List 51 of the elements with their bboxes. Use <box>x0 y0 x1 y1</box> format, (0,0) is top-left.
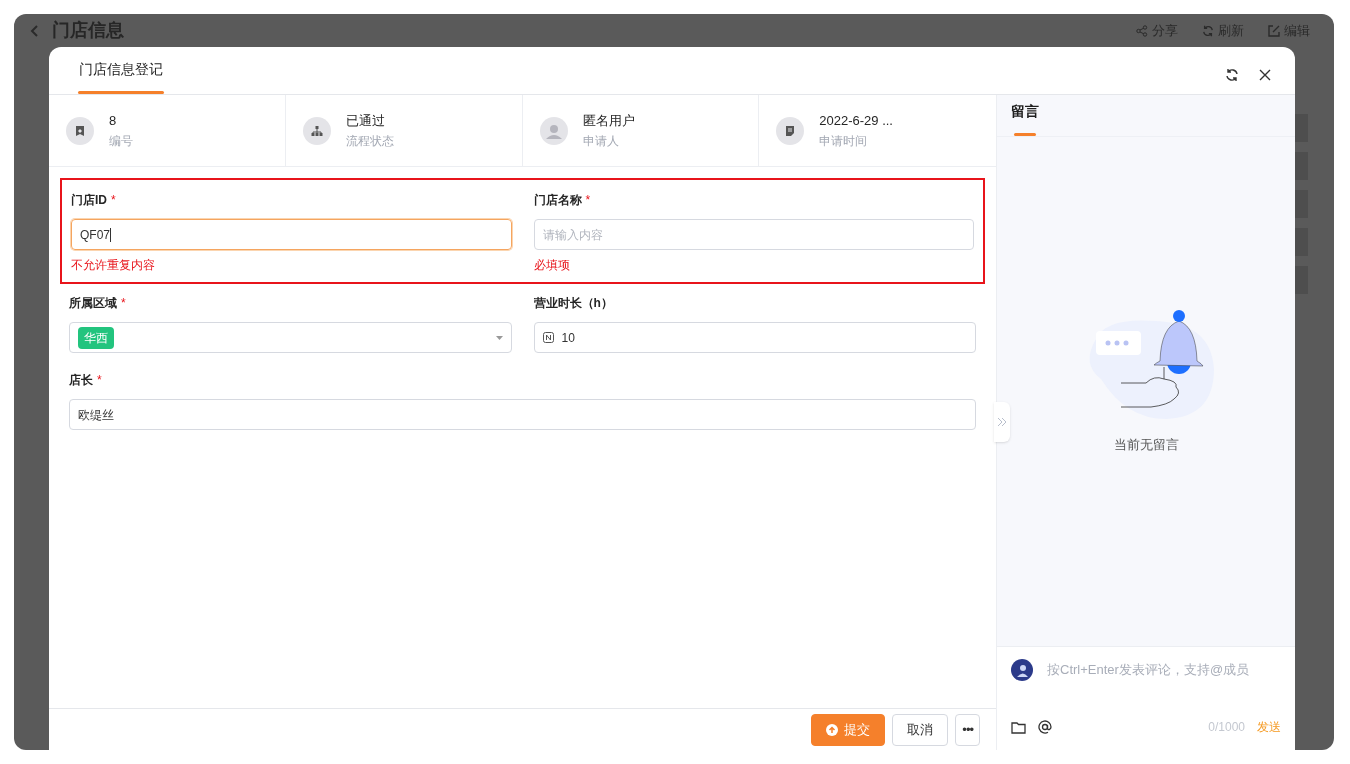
refresh-icon[interactable] <box>1225 67 1239 82</box>
input-field[interactable]: QF07 <box>71 219 512 250</box>
info-label: 流程状态 <box>345 133 394 151</box>
field-label: 店长 <box>69 372 93 389</box>
double-chevron-icon <box>997 417 1007 427</box>
field-label: 门店ID <box>71 192 107 209</box>
at-sign-icon[interactable] <box>1038 720 1052 734</box>
folder-icon[interactable] <box>1011 720 1026 734</box>
required-mark: * <box>97 372 102 389</box>
character-counter: 0/1000 <box>1208 719 1245 736</box>
avatar-icon <box>539 116 568 145</box>
error-message: 必填项 <box>533 257 571 274</box>
id-icon <box>66 116 94 145</box>
field-value: 10 <box>561 329 575 347</box>
region-tag: 华西 <box>78 326 114 349</box>
expand-handle[interactable] <box>994 402 1010 442</box>
field-label: 营业时长（h） <box>533 295 613 312</box>
info-value: 匿名用户 <box>582 111 635 130</box>
input-field[interactable]: 欧缇丝 <box>69 399 976 430</box>
tab[interactable]: 留言 <box>1011 101 1039 136</box>
info-label: 编号 <box>109 133 133 151</box>
field-value: 欧缇丝 <box>78 406 114 424</box>
refresh-icon <box>1202 24 1214 37</box>
info-label: 申请人 <box>582 133 620 151</box>
flow-icon <box>302 116 331 145</box>
required-mark: * <box>111 192 116 209</box>
tab[interactable]: 门店信息登记 <box>65 59 177 94</box>
field-label: 所属区域 <box>69 295 117 312</box>
number-icon <box>542 332 554 343</box>
placeholder-text: 请输入内容 <box>542 226 603 244</box>
text-cursor <box>110 227 111 242</box>
required-mark: * <box>585 192 591 209</box>
edit-icon <box>1268 24 1280 37</box>
field-value: QF07 <box>80 226 110 244</box>
dropdown-caret-icon <box>495 335 503 340</box>
required-mark: * <box>121 295 126 312</box>
comment-input[interactable]: 按Ctrl+Enter发表评论，支持@成员 <box>1047 660 1281 680</box>
error-message: 不允许重复内容 <box>71 257 156 274</box>
input-field[interactable]: 10 <box>533 322 976 353</box>
more-button[interactable]: ••• <box>955 713 980 746</box>
field-label: 门店名称 <box>533 192 582 209</box>
close-icon[interactable] <box>1259 68 1271 81</box>
info-value: 2022-6-29 ... <box>819 111 893 130</box>
share-icon <box>1136 24 1148 37</box>
cancel-button[interactable]: 取消 <box>892 713 949 746</box>
avatar-icon <box>1011 659 1033 681</box>
info-value: 8 <box>109 111 118 130</box>
info-value: 已通过 <box>345 111 386 130</box>
upload-arrow-icon <box>826 723 839 736</box>
empty-message: 当前无留言 <box>1113 435 1179 454</box>
info-label: 申请时间 <box>819 133 869 151</box>
